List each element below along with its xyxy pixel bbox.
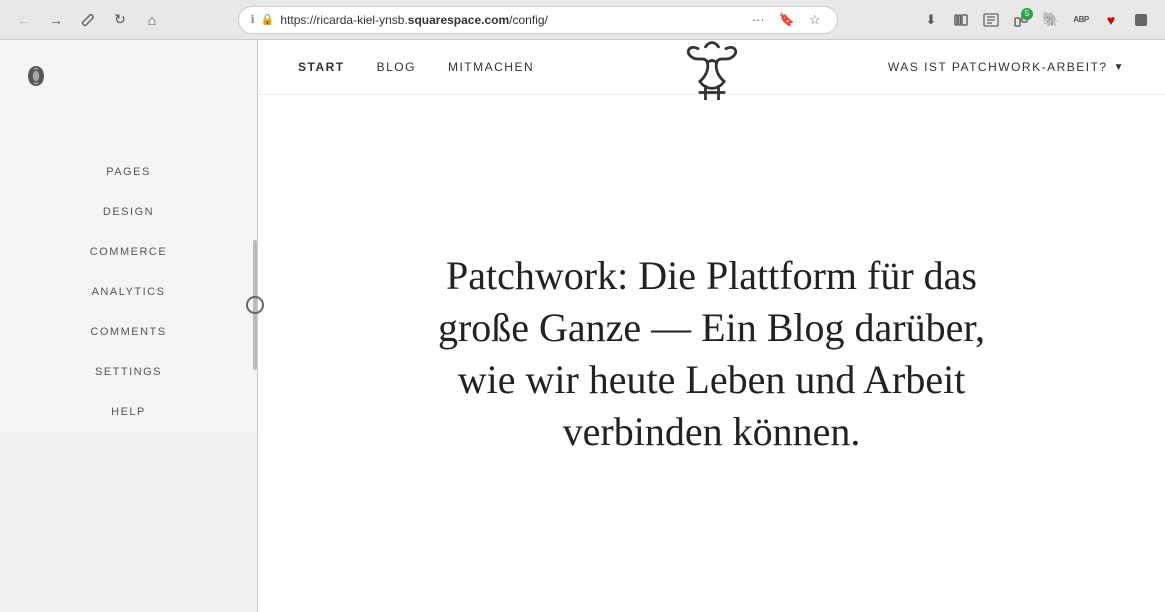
hero-heading: Patchwork: Die Plattform für das große G… — [412, 250, 1012, 458]
sidebar-item-design[interactable]: DESIGN — [0, 192, 257, 232]
back-button[interactable]: ← — [12, 8, 36, 32]
lock-icon: 🔒 — [261, 13, 275, 26]
extensions-button[interactable]: 5 — [1009, 8, 1033, 32]
browser-right-icons: ⬇ 5 🐘 ABP ♥ — [919, 8, 1153, 32]
home-button[interactable]: ⌂ — [140, 8, 164, 32]
website-preview: START BLOG MITMACHEN — [258, 40, 1165, 612]
site-logo-icon — [677, 40, 747, 100]
download-button[interactable]: ⬇ — [919, 8, 943, 32]
ss-nav: PAGES DESIGN COMMERCE ANALYTICS COMMENTS… — [0, 112, 257, 432]
address-actions: ··· 🔖 ☆ — [748, 10, 825, 30]
heart-button[interactable]: ♥ — [1099, 8, 1123, 32]
more-button[interactable]: ··· — [748, 10, 769, 29]
ss-sidebar: PAGES DESIGN COMMERCE ANALYTICS COMMENTS… — [0, 40, 258, 432]
site-logo — [677, 40, 747, 105]
address-url: https://ricarda-kiel-ynsb.squarespace.co… — [280, 13, 733, 27]
site-nav-start[interactable]: START — [298, 60, 345, 74]
address-bar[interactable]: ℹ 🔒 https://ricarda-kiel-ynsb.squarespac… — [238, 6, 838, 34]
content-area: START BLOG MITMACHEN — [258, 40, 1165, 612]
site-nav: START BLOG MITMACHEN — [298, 60, 534, 74]
bookmark-button[interactable]: 🔖 — [775, 10, 799, 30]
sidebar-item-settings[interactable]: SETTINGS — [0, 352, 257, 392]
site-header: START BLOG MITMACHEN — [258, 40, 1165, 95]
ss-logo — [0, 40, 257, 112]
tools-button[interactable] — [76, 8, 100, 32]
elephant-button[interactable]: 🐘 — [1039, 8, 1063, 32]
sidebar-item-commerce[interactable]: COMMERCE — [0, 232, 257, 272]
main-layout: PAGES DESIGN COMMERCE ANALYTICS COMMENTS… — [0, 40, 1165, 612]
hero-section: Patchwork: Die Plattform für das große G… — [258, 95, 1165, 612]
sidebar-item-analytics[interactable]: ANALYTICS — [0, 272, 257, 312]
info-icon: ℹ — [251, 13, 255, 26]
profile-button[interactable] — [1129, 8, 1153, 32]
sidebar-item-comments[interactable]: COMMENTS — [0, 312, 257, 352]
star-button[interactable]: ☆ — [805, 10, 825, 30]
library-button[interactable] — [949, 8, 973, 32]
extensions-badge: 5 — [1021, 8, 1033, 20]
reload-button[interactable]: ↻ — [108, 8, 132, 32]
abp-button[interactable]: ABP — [1069, 8, 1093, 32]
ss-sidebar-wrapper: PAGES DESIGN COMMERCE ANALYTICS COMMENTS… — [0, 40, 258, 612]
forward-button[interactable]: → — [44, 8, 68, 32]
nav-right-chevron-icon: ▼ — [1114, 62, 1125, 73]
sidebar-item-pages[interactable]: PAGES — [0, 152, 257, 192]
squarespace-logo-icon — [20, 60, 52, 92]
browser-chrome: ← → ↻ ⌂ ℹ 🔒 https://ricarda-kiel-ynsb.sq… — [0, 0, 1165, 40]
site-nav-blog[interactable]: BLOG — [377, 60, 416, 74]
hero-text-block: Patchwork: Die Plattform für das große G… — [412, 250, 1012, 458]
site-nav-mitmachen[interactable]: MITMACHEN — [448, 60, 534, 74]
reader-button[interactable] — [979, 8, 1003, 32]
sidebar-item-help[interactable]: HELP — [0, 392, 257, 432]
nav-right-label: WAS IST PATCHWORK-ARBEIT? — [888, 60, 1108, 74]
site-nav-right[interactable]: WAS IST PATCHWORK-ARBEIT? ▼ — [888, 60, 1125, 74]
